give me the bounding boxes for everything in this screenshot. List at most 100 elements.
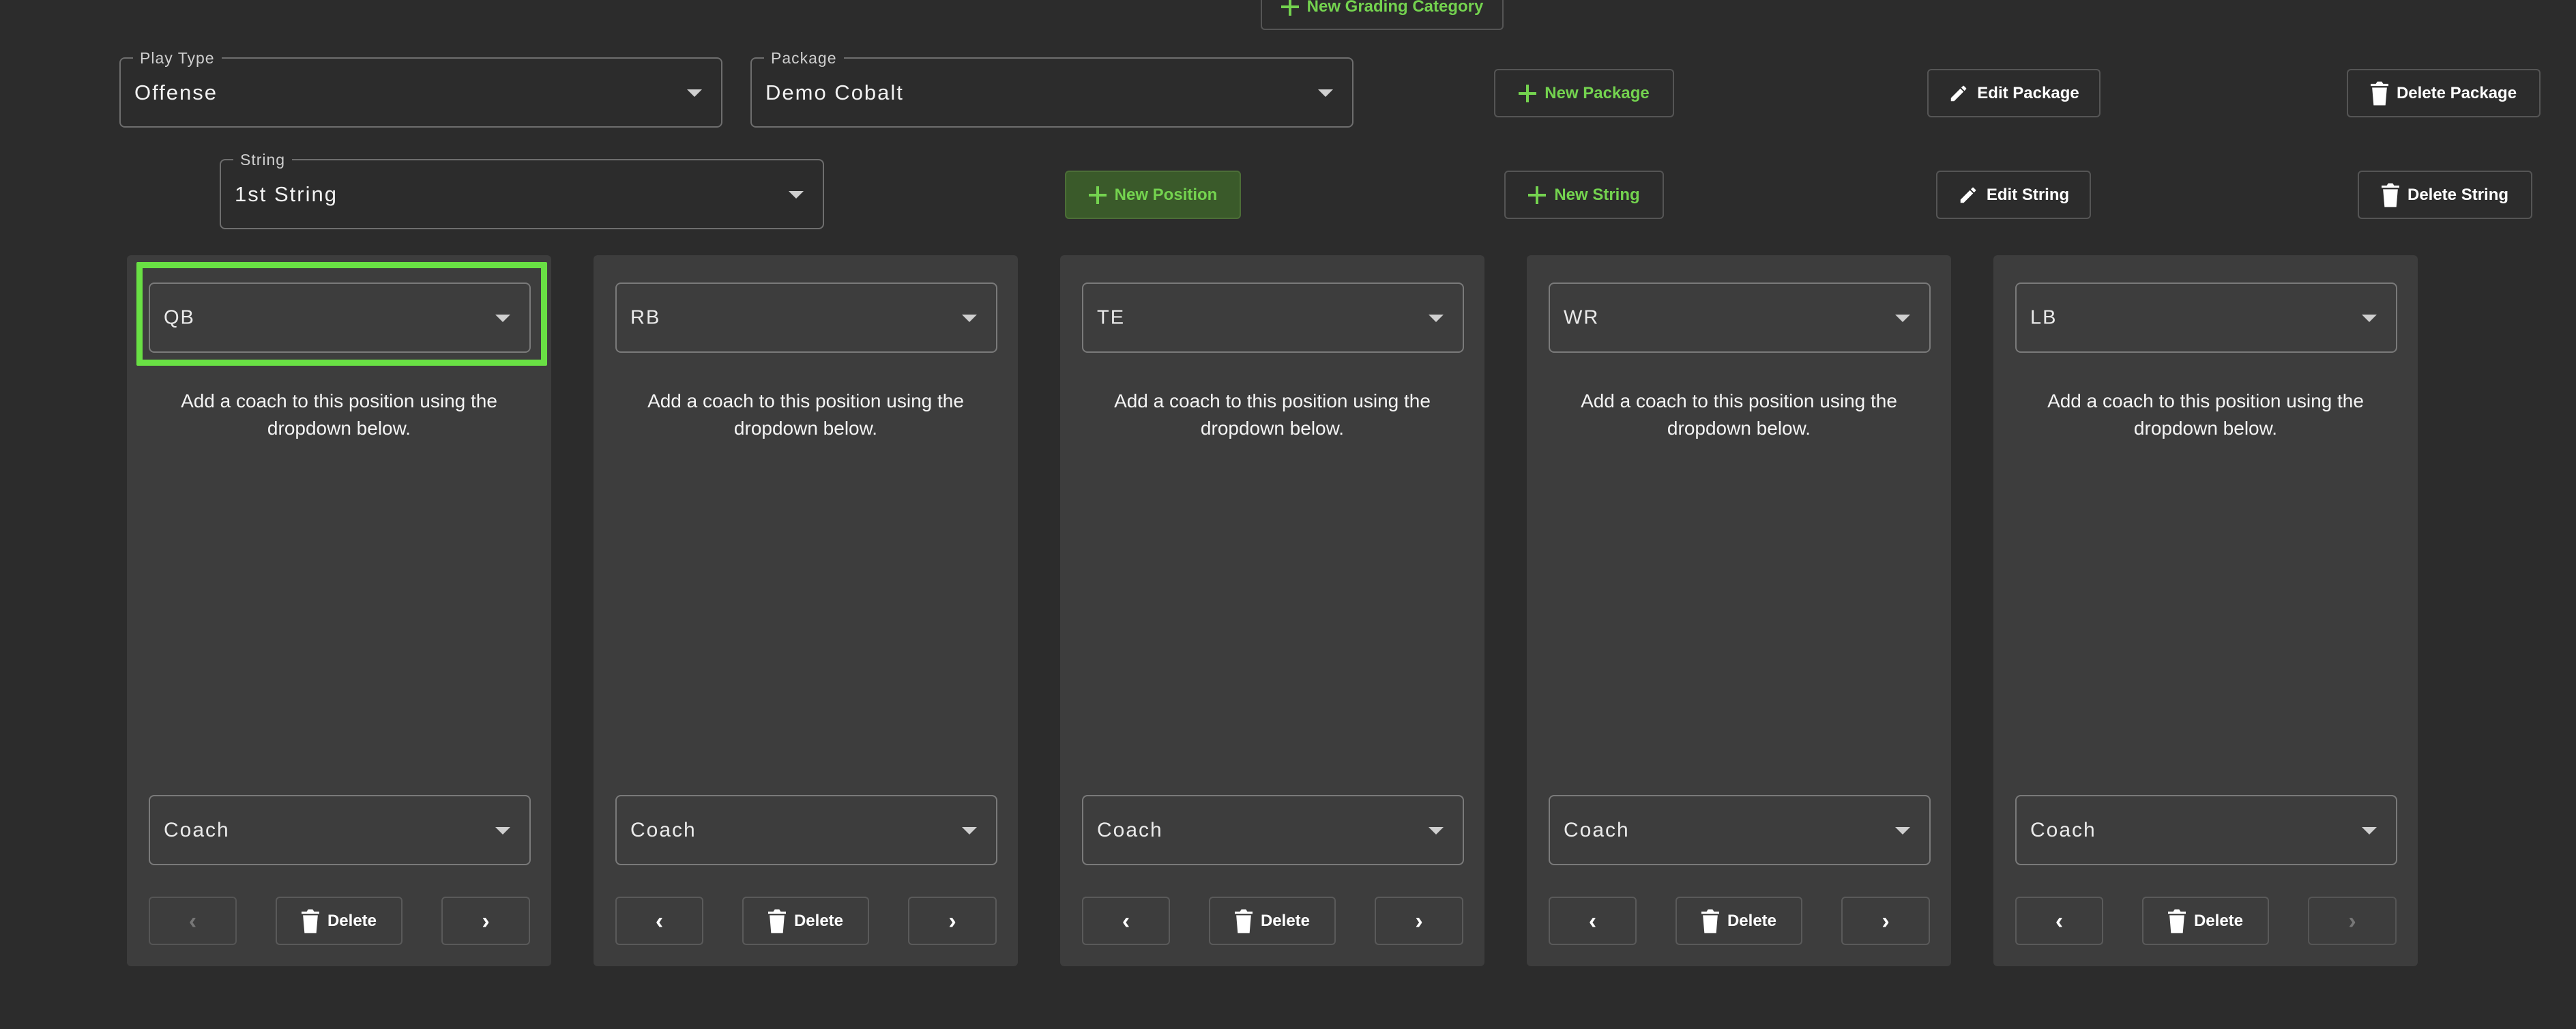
new-position-button[interactable]: New Position xyxy=(1065,171,1241,219)
package-label: Package xyxy=(764,49,844,68)
position-select[interactable]: RB xyxy=(615,282,997,353)
coach-value: Coach xyxy=(1564,818,1630,841)
move-right-button[interactable]: › xyxy=(441,897,530,945)
plus-icon xyxy=(1528,186,1547,204)
delete-package-button[interactable]: Delete Package xyxy=(2347,69,2541,117)
caret-down-icon xyxy=(1429,826,1444,835)
caret-down-icon xyxy=(2362,826,2377,835)
caret-down-icon xyxy=(962,826,977,835)
new-package-label: New Package xyxy=(1545,83,1650,102)
edit-string-label: Edit String xyxy=(1986,185,2070,204)
plus-icon xyxy=(1088,186,1107,204)
trash-icon xyxy=(301,909,319,933)
new-grading-category-button[interactable]: New Grading Category xyxy=(1261,0,1504,30)
position-hint: Add a coach to this position using the d… xyxy=(181,390,497,439)
delete-position-button[interactable]: Delete xyxy=(1675,897,1802,945)
caret-down-icon xyxy=(789,190,804,199)
edit-package-button[interactable]: Edit Package xyxy=(1927,69,2101,117)
position-value: QB xyxy=(164,306,195,328)
trash-icon xyxy=(2167,909,2186,933)
move-left-button[interactable]: ‹ xyxy=(2015,897,2103,945)
trash-icon xyxy=(1701,909,1719,933)
trash-icon xyxy=(2370,81,2388,105)
chevron-left-icon: ‹ xyxy=(188,908,197,934)
position-value: RB xyxy=(630,306,661,328)
caret-down-icon xyxy=(962,314,977,322)
trash-icon xyxy=(767,909,786,933)
plus-icon xyxy=(1280,0,1299,16)
delete-position-button[interactable]: Delete xyxy=(742,897,869,945)
caret-down-icon xyxy=(1895,314,1910,322)
move-right-button[interactable]: › xyxy=(1375,897,1463,945)
play-type-label: Play Type xyxy=(133,49,222,68)
package-select[interactable]: Package Demo Cobalt xyxy=(750,49,1353,128)
string-label: String xyxy=(233,151,293,169)
delete-position-button[interactable]: Delete xyxy=(1209,897,1336,945)
move-right-button[interactable]: › xyxy=(2308,897,2397,945)
caret-down-icon xyxy=(2362,314,2377,322)
chevron-right-icon: › xyxy=(2348,908,2356,934)
chevron-right-icon: › xyxy=(1882,908,1890,934)
delete-label: Delete xyxy=(1727,911,1777,930)
move-left-button[interactable]: ‹ xyxy=(1549,897,1637,945)
move-left-button[interactable]: ‹ xyxy=(149,897,237,945)
coach-select[interactable]: Coach xyxy=(1549,795,1931,865)
new-package-button[interactable]: New Package xyxy=(1494,69,1674,117)
delete-label: Delete xyxy=(793,911,844,930)
package-value: Demo Cobalt xyxy=(765,80,904,104)
chevron-left-icon: ‹ xyxy=(655,908,664,934)
move-right-button[interactable]: › xyxy=(1841,897,1930,945)
delete-package-label: Delete Package xyxy=(2396,83,2517,102)
position-card-lb: LB Add a coach to this position using th… xyxy=(1993,255,2418,966)
plus-icon xyxy=(1519,84,1537,102)
position-card-wr: WR Add a coach to this position using th… xyxy=(1527,255,1951,966)
move-right-button[interactable]: › xyxy=(908,897,997,945)
chevron-left-icon: ‹ xyxy=(1588,908,1597,934)
coach-select[interactable]: Coach xyxy=(615,795,997,865)
chevron-left-icon: ‹ xyxy=(2055,908,2064,934)
caret-down-icon xyxy=(1895,826,1910,835)
position-select[interactable]: WR xyxy=(1549,282,1931,353)
coach-select[interactable]: Coach xyxy=(1082,795,1464,865)
new-string-label: New String xyxy=(1554,185,1640,204)
play-type-value: Offense xyxy=(134,80,218,104)
position-select[interactable]: QB xyxy=(149,282,531,353)
coach-value: Coach xyxy=(1097,818,1163,841)
new-string-button[interactable]: New String xyxy=(1504,171,1664,219)
move-left-button[interactable]: ‹ xyxy=(1082,897,1170,945)
chevron-left-icon: ‹ xyxy=(1122,908,1130,934)
coach-value: Coach xyxy=(164,818,230,841)
caret-down-icon xyxy=(687,89,702,97)
pencil-icon xyxy=(1960,187,1976,203)
position-select[interactable]: LB xyxy=(2015,282,2397,353)
move-left-button[interactable]: ‹ xyxy=(615,897,703,945)
caret-down-icon xyxy=(495,826,510,835)
position-card-qb: QB Add a coach to this position using th… xyxy=(127,255,551,966)
delete-position-button[interactable]: Delete xyxy=(276,897,402,945)
coach-value: Coach xyxy=(630,818,697,841)
new-grading-category-label: New Grading Category xyxy=(1306,0,1484,16)
coach-value: Coach xyxy=(2030,818,2096,841)
delete-position-button[interactable]: Delete xyxy=(2142,897,2269,945)
position-value: LB xyxy=(2030,306,2058,328)
pencil-icon xyxy=(1951,85,1967,101)
edit-package-label: Edit Package xyxy=(1977,83,2079,102)
delete-string-button[interactable]: Delete String xyxy=(2358,171,2532,219)
delete-label: Delete xyxy=(1260,911,1311,930)
chevron-right-icon: › xyxy=(948,908,956,934)
position-hint: Add a coach to this position using the d… xyxy=(2047,390,2364,439)
position-card-rb: RB Add a coach to this position using th… xyxy=(594,255,1018,966)
position-value: WR xyxy=(1564,306,1600,328)
play-type-select[interactable]: Play Type Offense xyxy=(119,49,722,128)
position-card-te: TE Add a coach to this position using th… xyxy=(1060,255,1484,966)
chevron-right-icon: › xyxy=(1415,908,1423,934)
position-hint: Add a coach to this position using the d… xyxy=(647,390,964,439)
position-value: TE xyxy=(1097,306,1126,328)
trash-icon xyxy=(2381,183,2399,207)
edit-string-button[interactable]: Edit String xyxy=(1936,171,2091,219)
string-value: 1st String xyxy=(235,182,338,206)
string-select[interactable]: String 1st String xyxy=(220,151,824,229)
coach-select[interactable]: Coach xyxy=(149,795,531,865)
position-select[interactable]: TE xyxy=(1082,282,1464,353)
coach-select[interactable]: Coach xyxy=(2015,795,2397,865)
